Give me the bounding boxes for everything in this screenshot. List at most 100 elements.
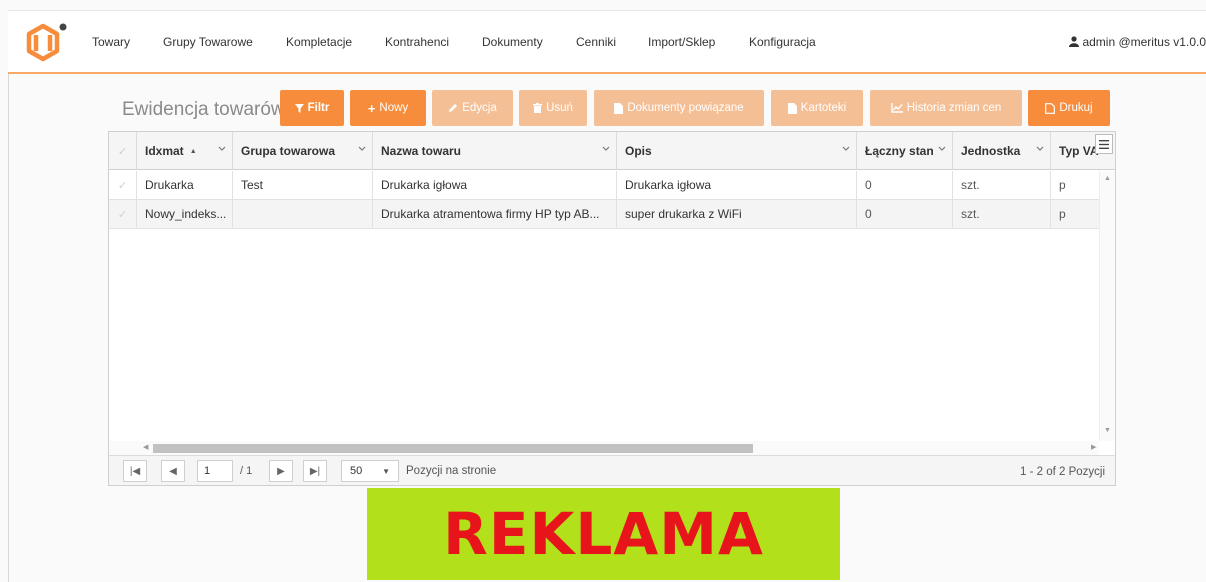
column-menu-button[interactable] bbox=[1095, 134, 1113, 154]
page-size-select[interactable]: 50 ▼ bbox=[341, 460, 399, 482]
scroll-left-icon[interactable]: ◀ bbox=[143, 443, 148, 451]
column-header-label: Łączny stan bbox=[865, 144, 934, 158]
filter-button[interactable]: Filtr bbox=[280, 90, 344, 126]
cell-laczny-stan: 0 bbox=[857, 200, 953, 228]
cell-nazwa-towaru: Drukarka igłowa bbox=[373, 171, 617, 199]
chevron-down-icon[interactable] bbox=[602, 146, 610, 152]
ad-banner[interactable]: REKLAMA bbox=[367, 488, 840, 580]
top-navbar: Towary Grupy Towarowe Kompletacje Kontra… bbox=[8, 10, 1206, 74]
last-page-icon: ▶| bbox=[309, 465, 321, 477]
prev-page-icon: ◀ bbox=[169, 465, 177, 477]
cell-laczny-stan: 0 bbox=[857, 171, 953, 199]
cell-typ-va: p bbox=[1059, 207, 1066, 221]
nav-grupy-towarowe[interactable]: Grupy Towarowe bbox=[163, 35, 253, 49]
check-icon: ✓ bbox=[117, 209, 128, 221]
file-text-icon bbox=[787, 102, 797, 114]
cell-jednostka: szt. bbox=[953, 200, 1051, 228]
chevron-down-icon[interactable] bbox=[358, 146, 366, 152]
related-documents-button[interactable]: Dokumenty powiązane bbox=[594, 90, 764, 126]
select-all-checkbox[interactable]: ✓ bbox=[109, 132, 137, 170]
page-size-value: 50 bbox=[350, 465, 363, 477]
row-checkbox[interactable]: ✓ bbox=[109, 200, 137, 228]
column-header-nazwa-towaru[interactable]: Nazwa towaru bbox=[373, 132, 617, 170]
app-logo[interactable] bbox=[22, 21, 70, 65]
related-documents-label: Dokumenty powiązane bbox=[627, 102, 744, 114]
table-row[interactable]: ✓ Drukarka Test Drukarka igłowa Drukarka… bbox=[109, 171, 1099, 200]
cell-grupa-towarowa: Test bbox=[233, 171, 373, 199]
cards-button[interactable]: Kartoteki bbox=[771, 90, 863, 126]
page-number-input[interactable] bbox=[197, 460, 233, 482]
pdf-file-icon bbox=[1045, 102, 1056, 114]
cell-nazwa-towaru: Drukarka atramentowa firmy HP typ AB... bbox=[373, 200, 617, 228]
line-chart-icon bbox=[891, 103, 903, 113]
chevron-down-icon[interactable] bbox=[938, 146, 946, 152]
chevron-down-icon[interactable] bbox=[842, 146, 850, 152]
last-page-button[interactable]: ▶| bbox=[303, 460, 327, 482]
cell-jednostka: szt. bbox=[953, 171, 1051, 199]
prev-page-button[interactable]: ◀ bbox=[161, 460, 185, 482]
price-history-label: Historia zmian cen bbox=[906, 102, 1002, 114]
column-header-label: Idxmat bbox=[145, 144, 184, 158]
cell-idxmat: Drukarka bbox=[137, 171, 233, 199]
cell-grupa-towarowa bbox=[233, 200, 373, 228]
column-header-label: Typ VA bbox=[1059, 144, 1099, 158]
print-label: Drukuj bbox=[1059, 102, 1093, 114]
sort-asc-icon: ▲ bbox=[189, 147, 197, 155]
next-page-button[interactable]: ▶ bbox=[269, 460, 293, 482]
column-header-label: Grupa towarowa bbox=[241, 144, 336, 158]
user-menu[interactable]: admin @meritus v1.0.0 bbox=[1069, 35, 1206, 49]
caret-down-icon: ▼ bbox=[382, 467, 390, 476]
nav-import-sklep[interactable]: Import/Sklep bbox=[648, 35, 715, 49]
page-left-border bbox=[8, 68, 9, 582]
user-label: admin @meritus v1.0.0 bbox=[1082, 35, 1206, 49]
delete-button[interactable]: Usuń bbox=[519, 90, 587, 126]
products-grid: ✓ Idxmat ▲ Grupa towarowa Nazwa towaru O… bbox=[108, 131, 1116, 486]
table-row[interactable]: ✓ Nowy_indeks... Drukarka atramentowa fi… bbox=[109, 200, 1099, 229]
nav-kompletacje[interactable]: Kompletacje bbox=[286, 35, 352, 49]
nav-konfiguracja[interactable]: Konfiguracja bbox=[749, 35, 816, 49]
plus-icon: + bbox=[367, 100, 376, 116]
cards-label: Kartoteki bbox=[800, 102, 847, 114]
chevron-down-icon[interactable] bbox=[1036, 146, 1044, 152]
vertical-scrollbar[interactable]: ▲ ▼ bbox=[1099, 171, 1115, 441]
hamburger-icon bbox=[1099, 139, 1109, 149]
chevron-down-icon[interactable] bbox=[218, 146, 226, 152]
column-header-label: Opis bbox=[625, 144, 652, 158]
nav-dokumenty[interactable]: Dokumenty bbox=[482, 35, 543, 49]
page-total: / 1 bbox=[240, 465, 253, 477]
page-title: Ewidencja towarów bbox=[122, 99, 285, 120]
document-icon bbox=[614, 102, 624, 114]
column-header-label: Jednostka bbox=[961, 144, 1021, 158]
edit-label: Edycja bbox=[462, 102, 497, 114]
cell-typ-va: p bbox=[1059, 178, 1066, 192]
edit-button[interactable]: Edycja bbox=[432, 90, 513, 126]
column-header-idxmat[interactable]: Idxmat ▲ bbox=[137, 132, 233, 170]
nav-kontrahenci[interactable]: Kontrahenci bbox=[385, 35, 449, 49]
scroll-right-icon[interactable]: ▶ bbox=[1091, 443, 1096, 451]
column-header-label: Nazwa towaru bbox=[381, 144, 462, 158]
filter-label: Filtr bbox=[307, 102, 330, 114]
ad-banner-text: REKLAMA bbox=[443, 500, 764, 568]
first-page-button[interactable]: |◀ bbox=[123, 460, 147, 482]
scroll-up-icon[interactable]: ▲ bbox=[1104, 175, 1111, 182]
print-button[interactable]: Drukuj bbox=[1028, 90, 1110, 126]
pencil-icon bbox=[449, 104, 458, 112]
column-header-opis[interactable]: Opis bbox=[617, 132, 857, 170]
horizontal-scroll-thumb[interactable] bbox=[153, 444, 753, 453]
nav-cenniki[interactable]: Cenniki bbox=[576, 35, 616, 49]
grid-header: ✓ Idxmat ▲ Grupa towarowa Nazwa towaru O… bbox=[109, 132, 1115, 170]
cell-opis: Drukarka igłowa bbox=[617, 171, 857, 199]
check-icon: ✓ bbox=[117, 145, 128, 158]
column-header-jednostka[interactable]: Jednostka bbox=[953, 132, 1051, 170]
nav-towary[interactable]: Towary bbox=[92, 35, 130, 49]
first-page-icon: |◀ bbox=[129, 465, 141, 477]
new-button[interactable]: + Nowy bbox=[350, 90, 426, 126]
horizontal-scrollbar[interactable]: ◀ ▶ bbox=[109, 441, 1099, 455]
scroll-down-icon[interactable]: ▼ bbox=[1104, 427, 1111, 434]
row-checkbox[interactable]: ✓ bbox=[109, 171, 137, 199]
column-header-grupa-towarowa[interactable]: Grupa towarowa bbox=[233, 132, 373, 170]
price-history-button[interactable]: Historia zmian cen bbox=[870, 90, 1022, 126]
next-page-icon: ▶ bbox=[277, 465, 285, 477]
cell-idxmat: Nowy_indeks... bbox=[137, 200, 233, 228]
column-header-laczny-stan[interactable]: Łączny stan bbox=[857, 132, 953, 170]
